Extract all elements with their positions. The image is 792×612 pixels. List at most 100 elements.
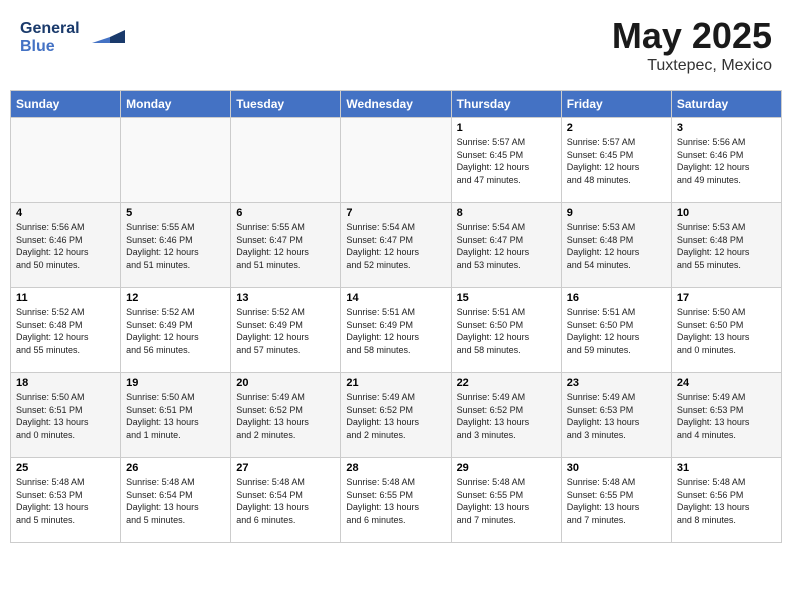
calendar-cell: 29 Sunrise: 5:48 AMSunset: 6:55 PMDayligh… (451, 458, 561, 543)
day-number: 9 (567, 207, 666, 219)
day-detail: Sunrise: 5:52 AMSunset: 6:49 PMDaylight:… (126, 306, 225, 356)
calendar-cell: 25 Sunrise: 5:48 AMSunset: 6:53 PMDayligh… (11, 458, 121, 543)
day-detail: Sunrise: 5:49 AMSunset: 6:52 PMDaylight:… (457, 391, 556, 441)
calendar-cell (121, 118, 231, 203)
calendar-cell: 4Sunrise: 5:56 AMSunset: 6:46 PMDaylight… (11, 203, 121, 288)
day-number: 6 (236, 207, 335, 219)
day-detail: Sunrise: 5:54 AMSunset: 6:47 PMDaylight:… (346, 221, 445, 271)
logo: General Blue (20, 15, 130, 55)
day-detail: Sunrise: 5:49 AMSunset: 6:53 PMDaylight:… (677, 391, 776, 441)
weekday-header-row: SundayMondayTuesdayWednesdayThursdayFrid… (11, 91, 782, 118)
day-detail: Sunrise: 5:48 AMSunset: 6:53 PMDaylight:… (16, 476, 115, 526)
day-number: 22 (457, 377, 556, 389)
logo-svg: General Blue (20, 15, 130, 55)
title-block: May 2025 Tuxtepec, Mexico (612, 15, 772, 75)
day-number: 12 (126, 292, 225, 304)
day-number: 15 (457, 292, 556, 304)
calendar-cell: 12 Sunrise: 5:52 AMSunset: 6:49 PMDayligh… (121, 288, 231, 373)
calendar-cell: 26 Sunrise: 5:48 AMSunset: 6:54 PMDayligh… (121, 458, 231, 543)
calendar-cell: 2Sunrise: 5:57 AMSunset: 6:45 PMDaylight… (561, 118, 671, 203)
day-detail: Sunrise: 5:48 AMSunset: 6:55 PMDaylight:… (457, 476, 556, 526)
weekday-header-sunday: Sunday (11, 91, 121, 118)
day-detail: Sunrise: 5:50 AMSunset: 6:51 PMDaylight:… (16, 391, 115, 441)
svg-text:Blue: Blue (20, 38, 55, 55)
day-number: 24 (677, 377, 776, 389)
day-number: 2 (567, 122, 666, 134)
day-number: 29 (457, 462, 556, 474)
calendar-cell: 19 Sunrise: 5:50 AMSunset: 6:51 PMDayligh… (121, 373, 231, 458)
calendar-cell: 17 Sunrise: 5:50 AMSunset: 6:50 PMDayligh… (671, 288, 781, 373)
week-row-3: 11 Sunrise: 5:52 AMSunset: 6:48 PMDayligh… (11, 288, 782, 373)
day-detail: Sunrise: 5:50 AMSunset: 6:50 PMDaylight:… (677, 306, 776, 356)
calendar-cell: 21 Sunrise: 5:49 AMSunset: 6:52 PMDayligh… (341, 373, 451, 458)
calendar-cell: 9Sunrise: 5:53 AMSunset: 6:48 PMDaylight… (561, 203, 671, 288)
calendar-cell: 15 Sunrise: 5:51 AMSunset: 6:50 PMDayligh… (451, 288, 561, 373)
week-row-1: 1 Sunrise: 5:57 AMSunset: 6:45 PMDaylight… (11, 118, 782, 203)
month-title: May 2025 (612, 15, 772, 57)
calendar-cell (11, 118, 121, 203)
day-detail: Sunrise: 5:57 AMSunset: 6:45 PMDaylight:… (457, 136, 556, 186)
week-row-2: 4Sunrise: 5:56 AMSunset: 6:46 PMDaylight… (11, 203, 782, 288)
calendar-cell: 14 Sunrise: 5:51 AMSunset: 6:49 PMDayligh… (341, 288, 451, 373)
calendar-cell: 23Sunrise: 5:49 AMSunset: 6:53 PMDayligh… (561, 373, 671, 458)
week-row-5: 25 Sunrise: 5:48 AMSunset: 6:53 PMDayligh… (11, 458, 782, 543)
calendar-cell: 13Sunrise: 5:52 AMSunset: 6:49 PMDayligh… (231, 288, 341, 373)
calendar-cell: 24 Sunrise: 5:49 AMSunset: 6:53 PMDayligh… (671, 373, 781, 458)
calendar-cell: 8 Sunrise: 5:54 AMSunset: 6:47 PMDaylight… (451, 203, 561, 288)
day-number: 20 (236, 377, 335, 389)
day-detail: Sunrise: 5:51 AMSunset: 6:50 PMDaylight:… (567, 306, 666, 356)
calendar-cell: 10Sunrise: 5:53 AMSunset: 6:48 PMDayligh… (671, 203, 781, 288)
weekday-header-thursday: Thursday (451, 91, 561, 118)
location-subtitle: Tuxtepec, Mexico (612, 57, 772, 75)
calendar-cell (341, 118, 451, 203)
day-detail: Sunrise: 5:51 AMSunset: 6:49 PMDaylight:… (346, 306, 445, 356)
day-detail: Sunrise: 5:51 AMSunset: 6:50 PMDaylight:… (457, 306, 556, 356)
day-number: 18 (16, 377, 115, 389)
calendar-cell: 5 Sunrise: 5:55 AMSunset: 6:46 PMDaylight… (121, 203, 231, 288)
day-detail: Sunrise: 5:49 AMSunset: 6:52 PMDaylight:… (346, 391, 445, 441)
weekday-header-friday: Friday (561, 91, 671, 118)
day-number: 5 (126, 207, 225, 219)
calendar-cell: 1 Sunrise: 5:57 AMSunset: 6:45 PMDaylight… (451, 118, 561, 203)
day-number: 7 (346, 207, 445, 219)
day-detail: Sunrise: 5:52 AMSunset: 6:48 PMDaylight:… (16, 306, 115, 356)
calendar-table: SundayMondayTuesdayWednesdayThursdayFrid… (10, 90, 782, 543)
day-number: 3 (677, 122, 776, 134)
day-detail: Sunrise: 5:54 AMSunset: 6:47 PMDaylight:… (457, 221, 556, 271)
calendar-cell: 28 Sunrise: 5:48 AMSunset: 6:55 PMDayligh… (341, 458, 451, 543)
day-detail: Sunrise: 5:49 AMSunset: 6:52 PMDaylight:… (236, 391, 335, 441)
weekday-header-saturday: Saturday (671, 91, 781, 118)
day-detail: Sunrise: 5:48 AMSunset: 6:54 PMDaylight:… (236, 476, 335, 526)
day-number: 28 (346, 462, 445, 474)
day-number: 8 (457, 207, 556, 219)
calendar-cell: 27Sunrise: 5:48 AMSunset: 6:54 PMDayligh… (231, 458, 341, 543)
day-number: 19 (126, 377, 225, 389)
day-number: 1 (457, 122, 556, 134)
calendar-cell: 30Sunrise: 5:48 AMSunset: 6:55 PMDayligh… (561, 458, 671, 543)
day-number: 30 (567, 462, 666, 474)
day-detail: Sunrise: 5:56 AMSunset: 6:46 PMDaylight:… (677, 136, 776, 186)
day-number: 14 (346, 292, 445, 304)
calendar-cell: 20 Sunrise: 5:49 AMSunset: 6:52 PMDayligh… (231, 373, 341, 458)
calendar-cell: 22 Sunrise: 5:49 AMSunset: 6:52 PMDayligh… (451, 373, 561, 458)
calendar-cell: 16 Sunrise: 5:51 AMSunset: 6:50 PMDayligh… (561, 288, 671, 373)
day-detail: Sunrise: 5:50 AMSunset: 6:51 PMDaylight:… (126, 391, 225, 441)
day-number: 10 (677, 207, 776, 219)
day-detail: Sunrise: 5:55 AMSunset: 6:47 PMDaylight:… (236, 221, 335, 271)
day-number: 11 (16, 292, 115, 304)
day-detail: Sunrise: 5:55 AMSunset: 6:46 PMDaylight:… (126, 221, 225, 271)
day-number: 31 (677, 462, 776, 474)
day-number: 25 (16, 462, 115, 474)
day-detail: Sunrise: 5:48 AMSunset: 6:54 PMDaylight:… (126, 476, 225, 526)
day-number: 16 (567, 292, 666, 304)
day-detail: Sunrise: 5:52 AMSunset: 6:49 PMDaylight:… (236, 306, 335, 356)
day-number: 17 (677, 292, 776, 304)
day-detail: Sunrise: 5:48 AMSunset: 6:55 PMDaylight:… (346, 476, 445, 526)
weekday-header-wednesday: Wednesday (341, 91, 451, 118)
day-number: 26 (126, 462, 225, 474)
calendar-cell: 7 Sunrise: 5:54 AMSunset: 6:47 PMDaylight… (341, 203, 451, 288)
calendar-cell: 31Sunrise: 5:48 AMSunset: 6:56 PMDayligh… (671, 458, 781, 543)
day-number: 21 (346, 377, 445, 389)
page-header: General Blue May 2025 Tuxtepec, Mexico (10, 10, 782, 80)
calendar-cell: 11 Sunrise: 5:52 AMSunset: 6:48 PMDayligh… (11, 288, 121, 373)
